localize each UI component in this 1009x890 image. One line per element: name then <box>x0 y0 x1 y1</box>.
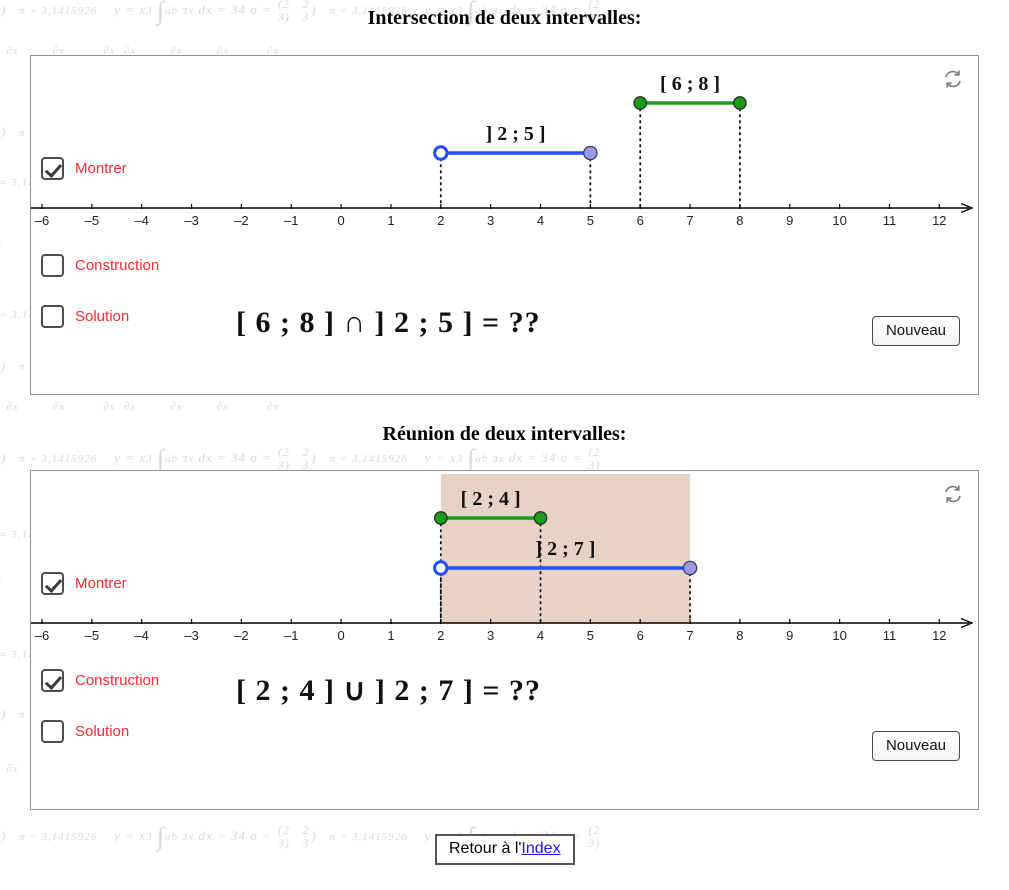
checkbox-label-construction: Construction <box>75 257 160 274</box>
watermark-row: ∂x ∂x ∂x ∂x ∂x ∂x ∂x ∂x <box>6 401 280 413</box>
checkbox-solution[interactable] <box>41 305 64 328</box>
interval-label: ] 2 ; 5 ] <box>486 123 546 145</box>
axis-tick-label: 1 <box>387 213 394 228</box>
applet-reunion: Montrer Construction Solution –6 –5 –4 –3 –2… <box>30 470 979 810</box>
axis-tick-label: –6 <box>35 628 49 643</box>
axis-tick-label: 6 <box>637 628 644 643</box>
retour-index-prefix: Retour à l' <box>449 840 522 857</box>
interval-label: [ 6 ; 8 ] <box>660 73 720 95</box>
endpoint-closed[interactable] <box>733 96 747 110</box>
nouveau-button[interactable]: Nouveau <box>871 731 960 761</box>
checkbox-construction[interactable] <box>41 669 64 692</box>
endpoint-open[interactable] <box>433 560 449 576</box>
axis-tick-label: 0 <box>337 628 344 643</box>
axis-tick-label: 7 <box>686 213 693 228</box>
checkbox-montrer[interactable] <box>41 572 64 595</box>
checkbox-label-construction: Construction <box>75 672 160 689</box>
axis-tick-label: 3 <box>487 213 494 228</box>
axis-tick-label: 10 <box>832 628 846 643</box>
axis-tick-label: 12 <box>932 628 946 643</box>
axis-tick-label: 4 <box>537 213 544 228</box>
endpoint-closed[interactable] <box>433 511 448 525</box>
equation-intersection: [ 6 ; 8 ] ∩ ] 2 ; 5 ] = ?? <box>236 306 541 339</box>
axis-tick-label: –2 <box>234 628 248 643</box>
axis-tick-label: –2 <box>234 213 248 228</box>
checkbox-montrer[interactable] <box>41 157 64 180</box>
axis-tick-label: –3 <box>184 213 198 228</box>
axis-tick-label: 9 <box>786 628 793 643</box>
checkbox-row-montrer[interactable]: Montrer <box>41 157 127 180</box>
axis-tick-label: 7 <box>686 628 693 643</box>
axis-tick-label: –1 <box>284 628 298 643</box>
axis-tick-label: 1 <box>387 628 394 643</box>
axis-tick-label: –1 <box>284 213 298 228</box>
endpoint-closed[interactable] <box>682 560 698 576</box>
panel-title-reunion: Réunion de deux intervalles: <box>382 423 627 445</box>
axis-tick-label: 4 <box>537 628 544 643</box>
checkbox-row-montrer[interactable]: Montrer <box>41 572 127 595</box>
checkbox-label-solution: Solution <box>75 723 130 740</box>
equation-reunion: [ 2 ; 4 ] ∪ ] 2 ; 7 ] = ?? <box>236 674 541 707</box>
axis-tick-label: –3 <box>184 628 198 643</box>
axis-tick-label: 8 <box>736 213 743 228</box>
refresh-icon[interactable] <box>942 483 964 505</box>
checkbox-label-montrer: Montrer <box>75 575 127 592</box>
checkbox-label-montrer: Montrer <box>75 160 127 177</box>
number-line-intersection: –6 –5 –4 –3 –2 –1 0 1 2 3 4 5 6 7 8 9 10 11 12[ 6 ; 8 ]] 2… <box>31 73 974 228</box>
axis-tick-label: 5 <box>587 213 594 228</box>
interval-label: [ 2 ; 4 ] <box>461 488 521 510</box>
interval-label: ] 2 ; 7 ] <box>535 538 595 560</box>
panel-title-intersection: Intersection de deux intervalles: <box>367 7 642 29</box>
axis-tick-label: 2 <box>437 213 444 228</box>
checkbox-row-solution[interactable]: Solution <box>41 720 129 743</box>
endpoint-closed[interactable] <box>533 511 548 525</box>
checkbox-row-construction[interactable]: Construction <box>41 254 159 277</box>
endpoint-closed[interactable] <box>633 96 648 110</box>
axis-tick-label: 11 <box>883 213 897 228</box>
endpoint-closed[interactable] <box>583 145 598 161</box>
axis-tick-label: 11 <box>883 628 897 643</box>
axis-tick-label: –5 <box>85 628 99 643</box>
axis-tick-label: 8 <box>736 628 743 643</box>
axis-tick-label: –6 <box>35 213 49 228</box>
checkbox-label-solution: Solution <box>75 308 130 325</box>
axis-tick-label: –4 <box>134 628 148 643</box>
axis-tick-label: –4 <box>134 213 148 228</box>
axis-tick-label: 3 <box>487 628 494 643</box>
axis-tick-label: 12 <box>932 213 946 228</box>
axis-tick-label: 5 <box>587 628 594 643</box>
number-line-reunion: –6 –5 –4 –3 –2 –1 0 1 2 3 4 5 6 7 8 9 10 11 12[ 2 ; 4 ]] 2… <box>31 474 974 643</box>
axis-tick-label: 2 <box>437 628 444 643</box>
checkbox-construction[interactable] <box>41 254 64 277</box>
axis-tick-label: 0 <box>337 213 344 228</box>
endpoint-open[interactable] <box>433 145 449 161</box>
index-link[interactable]: Index <box>521 840 560 857</box>
checkbox-solution[interactable] <box>41 720 64 743</box>
axis-tick-label: –5 <box>85 213 99 228</box>
refresh-icon[interactable] <box>942 68 964 90</box>
applet-intersection: Montrer Construction Solution –6 –5 –4 –3 –2… <box>30 55 979 395</box>
checkbox-row-construction[interactable]: Construction <box>41 669 159 692</box>
page-root: 23) π = 3,1415926 y = x3 ∫ab зx dx = 34 … <box>0 0 1009 890</box>
retour-index-button[interactable]: Retour à l'Index <box>435 834 575 865</box>
axis-tick-label: 9 <box>786 213 793 228</box>
axis-tick-label: 6 <box>637 213 644 228</box>
nouveau-button[interactable]: Nouveau <box>871 316 960 346</box>
checkbox-row-solution[interactable]: Solution <box>41 305 129 328</box>
axis-tick-label: 10 <box>832 213 846 228</box>
